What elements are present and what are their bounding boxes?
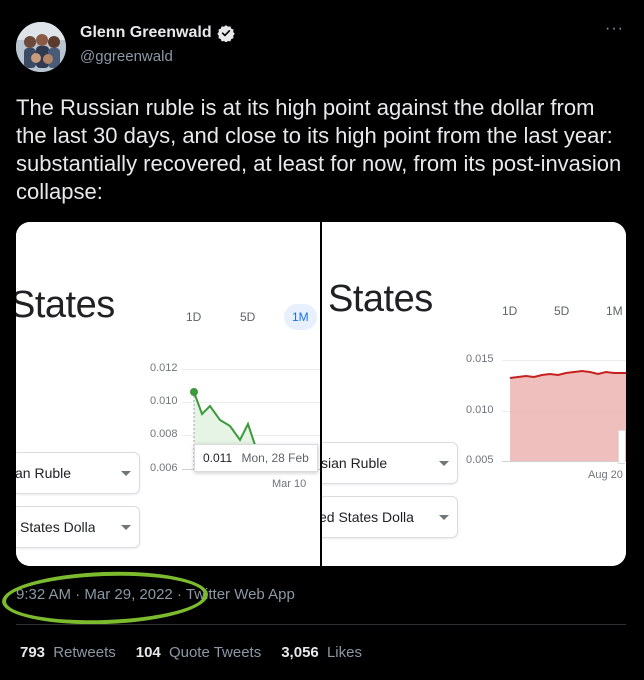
chart-tooltip: 0.011 Mon, 28 Feb [194,444,318,472]
y-tick-left: 0.010 [150,395,178,407]
chevron-down-icon [439,514,449,520]
currency-title-left: States [16,284,115,326]
currency-title-right: States [328,278,433,320]
tab-5d-left[interactable]: 5D [240,310,255,324]
tweet-card: Glenn Greenwald @ggreenwald ··· The Russ… [0,0,644,680]
retweets-stat[interactable]: 793 Retweets [20,644,116,661]
tooltip-edge [618,430,625,464]
dropdown-value: sian Ruble [322,455,388,471]
tab-1d-right[interactable]: 1D [502,304,517,318]
retweets-label: Retweets [53,644,116,661]
y-tick-left: 0.012 [150,362,178,374]
tab-1m-right[interactable]: 1M [606,304,623,318]
tab-1d-left[interactable]: 1D [186,310,201,324]
to-currency-dropdown-right[interactable]: ed States Dolla [322,496,458,538]
group-photo-avatar [16,22,66,72]
gridline [502,360,626,361]
chevron-down-icon [121,470,131,476]
right-screenshot-panel: States 1D 5D 1M 0.015 0.010 0.005 Aug 20… [322,222,626,566]
left-screenshot-panel: States 1D 5D 1M 0.012 0.010 0.008 0.006 … [16,222,321,566]
tab-5d-right[interactable]: 5D [554,304,569,318]
tweet-stats: 793 Retweets 104 Quote Tweets 3,056 Like… [20,644,362,661]
quote-tweets-stat[interactable]: 104 Quote Tweets [136,644,261,661]
y-tick-left: 0.008 [150,428,178,440]
tweet-text: The Russian ruble is at its high point a… [16,95,622,204]
dropdown-value: an Ruble [16,465,72,481]
tooltip-value: 0.011 [203,451,233,465]
chevron-down-icon [439,460,449,466]
divider [16,624,626,625]
dropdown-value: ed States Dolla [322,509,414,525]
from-currency-dropdown-left[interactable]: an Ruble [16,452,140,494]
tweet-media[interactable]: States 1D 5D 1M 0.012 0.010 0.008 0.006 … [16,222,626,566]
author-display-name[interactable]: Glenn Greenwald [80,24,212,42]
likes-stat[interactable]: 3,056 Likes [281,644,362,661]
hand-drawn-circle-annotation [1,568,209,628]
y-tick-right: 0.010 [466,404,494,416]
x-tick-left: Mar 10 [272,478,307,490]
y-tick-right: 0.005 [466,454,494,466]
tooltip-date: Mon, 28 Feb [241,451,309,465]
hover-point [190,388,198,396]
author-name-row[interactable]: Glenn Greenwald [80,24,235,42]
ruble-line-chart-right [509,369,626,461]
likes-label: Likes [326,644,362,661]
from-currency-dropdown-right[interactable]: sian Ruble [322,442,458,484]
more-options-icon[interactable]: ··· [605,20,624,38]
to-currency-dropdown-left[interactable]: l States Dolla [16,506,140,548]
author-handle[interactable]: @ggreenwald [80,48,173,65]
y-tick-left: 0.006 [150,462,178,474]
dropdown-value: l States Dolla [16,519,96,535]
likes-count: 3,056 [281,644,319,661]
retweets-count: 793 [20,644,46,661]
tab-1m-left[interactable]: 1M [284,304,317,330]
chevron-down-icon [121,524,131,530]
y-tick-right: 0.015 [466,353,494,365]
quotes-label: Quote Tweets [168,644,262,661]
verified-badge-icon [216,25,235,42]
avatar[interactable] [16,22,66,72]
quotes-count: 104 [135,644,161,661]
x-tick-right: Aug 20 [588,469,623,481]
